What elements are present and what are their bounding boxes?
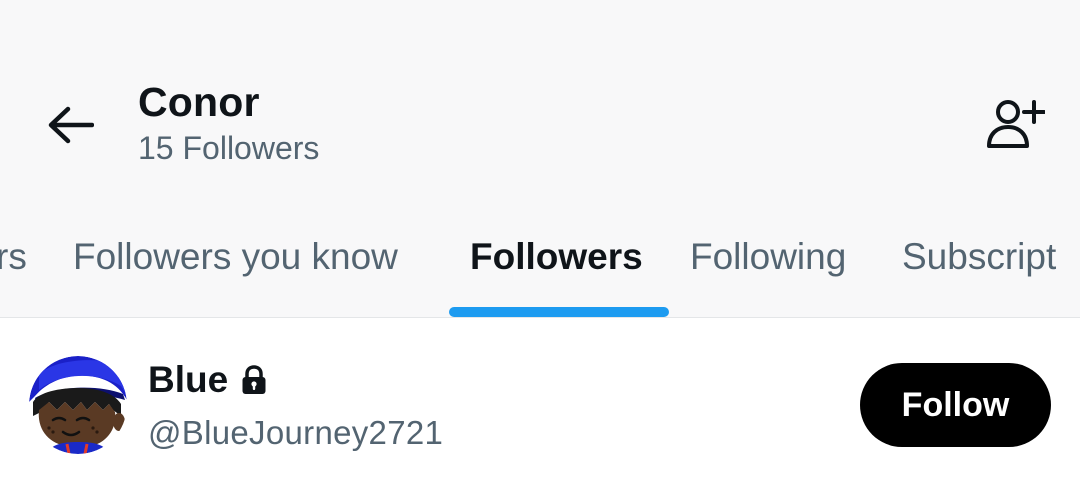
- tab-bar: rs Followers you know Followers Followin…: [0, 222, 1080, 318]
- follow-button[interactable]: Follow: [860, 363, 1051, 447]
- tab-followers-you-know[interactable]: Followers you know: [73, 236, 398, 278]
- tab-followers[interactable]: Followers: [470, 236, 643, 278]
- active-tab-indicator: [449, 307, 669, 317]
- avatar-cartoon-icon: [29, 356, 127, 454]
- tab-subscriptions[interactable]: Subscript: [902, 236, 1056, 278]
- avatar[interactable]: [29, 356, 127, 454]
- arrow-left-icon: [48, 106, 94, 144]
- user-handle: @BlueJourney2721: [148, 414, 444, 451]
- back-button[interactable]: [40, 95, 100, 155]
- add-user-button[interactable]: [978, 92, 1052, 156]
- tab-following[interactable]: Following: [690, 236, 846, 278]
- person-add-icon: [987, 100, 1045, 148]
- user-name-line: Blue: [148, 359, 267, 401]
- lock-icon: [241, 365, 267, 395]
- page-title: Conor: [138, 79, 260, 125]
- user-list-item[interactable]: Blue @BlueJourney2721 Follow: [0, 318, 1080, 490]
- header-area: Conor 15 Followers rs Followers you know…: [0, 0, 1080, 318]
- user-name: Blue: [148, 359, 229, 400]
- followers-count: 15 Followers: [138, 130, 320, 166]
- tab-partial[interactable]: rs: [0, 236, 27, 278]
